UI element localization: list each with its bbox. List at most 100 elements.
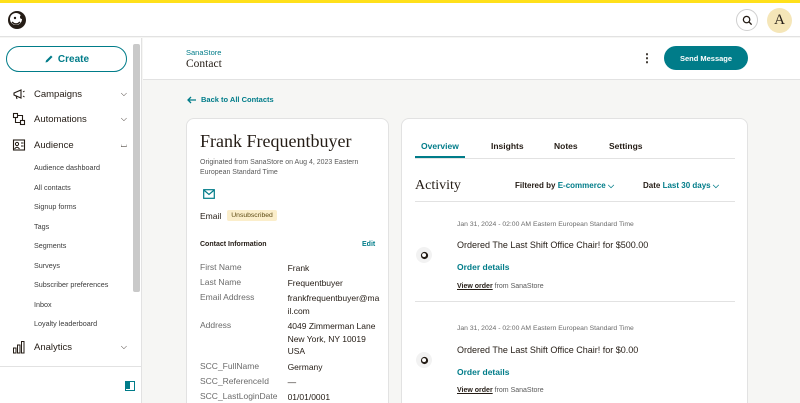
feed-source-text: from SanaStore — [494, 387, 544, 394]
chevron-down-icon: ⌵ — [120, 342, 127, 351]
tab-overview[interactable]: Overview — [421, 141, 459, 151]
filter-value: E-commerce — [557, 181, 606, 190]
contact-field-row: Address 4049 Zimmerman Lane New York, NY… — [200, 320, 380, 358]
edit-contact-link[interactable]: Edit — [362, 241, 375, 248]
activity-card: Overview Insights Notes Settings Activit… — [401, 118, 748, 403]
sidebar-item-label: Audience — [34, 139, 74, 151]
sidebar-scrollbar[interactable] — [133, 44, 140, 292]
create-button[interactable]: Create — [6, 46, 127, 72]
divider — [415, 301, 735, 302]
chevron-down-icon: ⌵ — [120, 114, 127, 123]
email-status-row: Email Unsubscribed — [200, 210, 277, 221]
view-order-link[interactable]: View order — [457, 387, 493, 394]
sidebar-subitem-all-contacts[interactable]: All contacts — [34, 183, 71, 192]
email-label: Email — [200, 210, 222, 221]
sidebar: Create Campaigns ⌵ Automations ⌵ Audienc… — [0, 38, 142, 403]
tab-bar: Overview Insights Notes Settings — [415, 139, 735, 159]
sidebar-subitem-tags[interactable]: Tags — [34, 222, 49, 231]
sidebar-footer — [0, 366, 142, 403]
search-button[interactable] — [736, 9, 758, 31]
order-details-link[interactable]: Order details — [457, 367, 509, 377]
tab-notes[interactable]: Notes — [554, 141, 578, 151]
originated-text: Originated from SanaStore on Aug 4, 2023… — [200, 159, 359, 176]
contact-field-row: SCC_FullName Germany — [200, 361, 380, 374]
contact-field-row: Last Name Frequentbuyer — [200, 277, 380, 290]
contact-field-row: SCC_ReferenceId — — [200, 376, 380, 389]
page-header: SanaStore Contact ⋮ Send Message — [143, 38, 800, 80]
search-icon — [742, 15, 752, 25]
sidebar-item-analytics[interactable]: Analytics ⌵ — [12, 339, 127, 355]
contact-name: Frank Frequentbuyer — [200, 131, 352, 151]
activity-title: Activity — [415, 178, 461, 193]
field-value: Frank — [287, 263, 310, 273]
field-key: Email Address — [200, 292, 255, 302]
page-title: Contact — [186, 58, 222, 70]
active-tab-indicator — [415, 156, 465, 158]
divider — [415, 201, 735, 202]
sidebar-item-campaigns[interactable]: Campaigns ⌵ — [12, 86, 127, 102]
chevron-down-icon: ⌵ — [120, 89, 127, 98]
send-message-button[interactable]: Send Message — [664, 46, 748, 70]
field-key: Address — [200, 320, 232, 330]
top-bar: A — [0, 3, 800, 37]
audience-icon — [12, 139, 26, 151]
sidebar-item-label: Campaigns — [34, 88, 83, 100]
field-key: Last Name — [200, 277, 242, 287]
date-label: Date — [643, 181, 661, 190]
sidebar-subitem-loyalty-leaderboard[interactable]: Loyalty leaderboard — [34, 319, 97, 328]
field-value: — — [287, 377, 297, 387]
date-dropdown[interactable]: Date Last 30 days ⌵ — [643, 181, 719, 191]
sidebar-subitem-subscriber-preferences[interactable]: Subscriber preferences — [34, 280, 108, 289]
chevron-up-icon: ⌴ — [120, 140, 127, 149]
sidebar-subitem-segments[interactable]: Segments — [34, 241, 66, 250]
sidebar-subitem-signup-forms[interactable]: Signup forms — [34, 202, 76, 211]
automation-icon — [12, 112, 26, 126]
collapse-sidebar-icon[interactable] — [125, 381, 135, 391]
bar-chart-icon — [13, 341, 25, 354]
contact-info-title: Contact Information — [200, 241, 267, 248]
field-value: 01/01/0001 — [287, 392, 331, 402]
feed-source-text: from SanaStore — [494, 283, 544, 290]
feed-source: View order from SanaStore — [457, 387, 544, 394]
mail-icon[interactable] — [203, 189, 215, 199]
status-badge: Unsubscribed — [227, 210, 277, 221]
sidebar-item-label: Analytics — [34, 341, 73, 353]
field-value: frankfrequentbuyer@mail.com — [287, 293, 380, 316]
field-key: SCC_LastLoginDate — [200, 391, 278, 401]
order-details-link[interactable]: Order details — [457, 262, 509, 272]
filter-label: Filtered by — [515, 181, 556, 190]
feed-source: View order from SanaStore — [457, 283, 544, 290]
sidebar-item-automations[interactable]: Automations ⌵ — [12, 111, 127, 127]
tab-settings[interactable]: Settings — [609, 141, 643, 151]
feed-date: Jan 31, 2024 - 02:00 AM Eastern European… — [457, 221, 634, 228]
field-value: Germany — [287, 362, 323, 372]
view-order-link[interactable]: View order — [457, 283, 493, 290]
create-label: Create — [57, 53, 90, 65]
contact-field-row: Email Address frankfrequentbuyer@mail.co… — [200, 292, 380, 317]
field-key: First Name — [200, 262, 242, 272]
feed-text: Ordered The Last Shift Office Chair! for… — [457, 345, 639, 355]
tab-insights[interactable]: Insights — [491, 141, 524, 151]
freddie-logo-icon[interactable] — [6, 9, 28, 31]
field-value: Frequentbuyer — [287, 278, 343, 288]
field-value: 4049 Zimmerman Lane New York, NY 10019 U… — [287, 321, 376, 356]
sidebar-subitem-surveys[interactable]: Surveys — [34, 261, 60, 270]
back-to-contacts-link[interactable]: Back to All Contacts — [187, 95, 274, 104]
filter-dropdown[interactable]: Filtered by E-commerce ⌵ — [515, 181, 614, 191]
date-value: Last 30 days — [662, 181, 711, 190]
more-options-icon[interactable]: ⋮ — [641, 51, 653, 65]
field-key: SCC_FullName — [200, 361, 260, 371]
chevron-down-icon: ⌵ — [712, 181, 719, 190]
chevron-down-icon: ⌵ — [607, 181, 615, 190]
order-icon — [416, 247, 432, 263]
contact-field-row: First Name Frank — [200, 262, 380, 275]
megaphone-icon — [13, 89, 25, 100]
field-key: SCC_ReferenceId — [200, 376, 269, 386]
sidebar-item-audience[interactable]: Audience ⌴ — [12, 137, 127, 153]
pencil-icon — [45, 55, 53, 63]
contact-field-row: SCC_LastLoginDate 01/01/0001 — [200, 391, 380, 403]
avatar[interactable]: A — [767, 8, 792, 33]
sidebar-subitem-inbox[interactable]: Inbox — [34, 300, 52, 309]
sidebar-subitem-audience-dashboard[interactable]: Audience dashboard — [34, 163, 100, 172]
breadcrumb[interactable]: SanaStore — [186, 48, 221, 57]
